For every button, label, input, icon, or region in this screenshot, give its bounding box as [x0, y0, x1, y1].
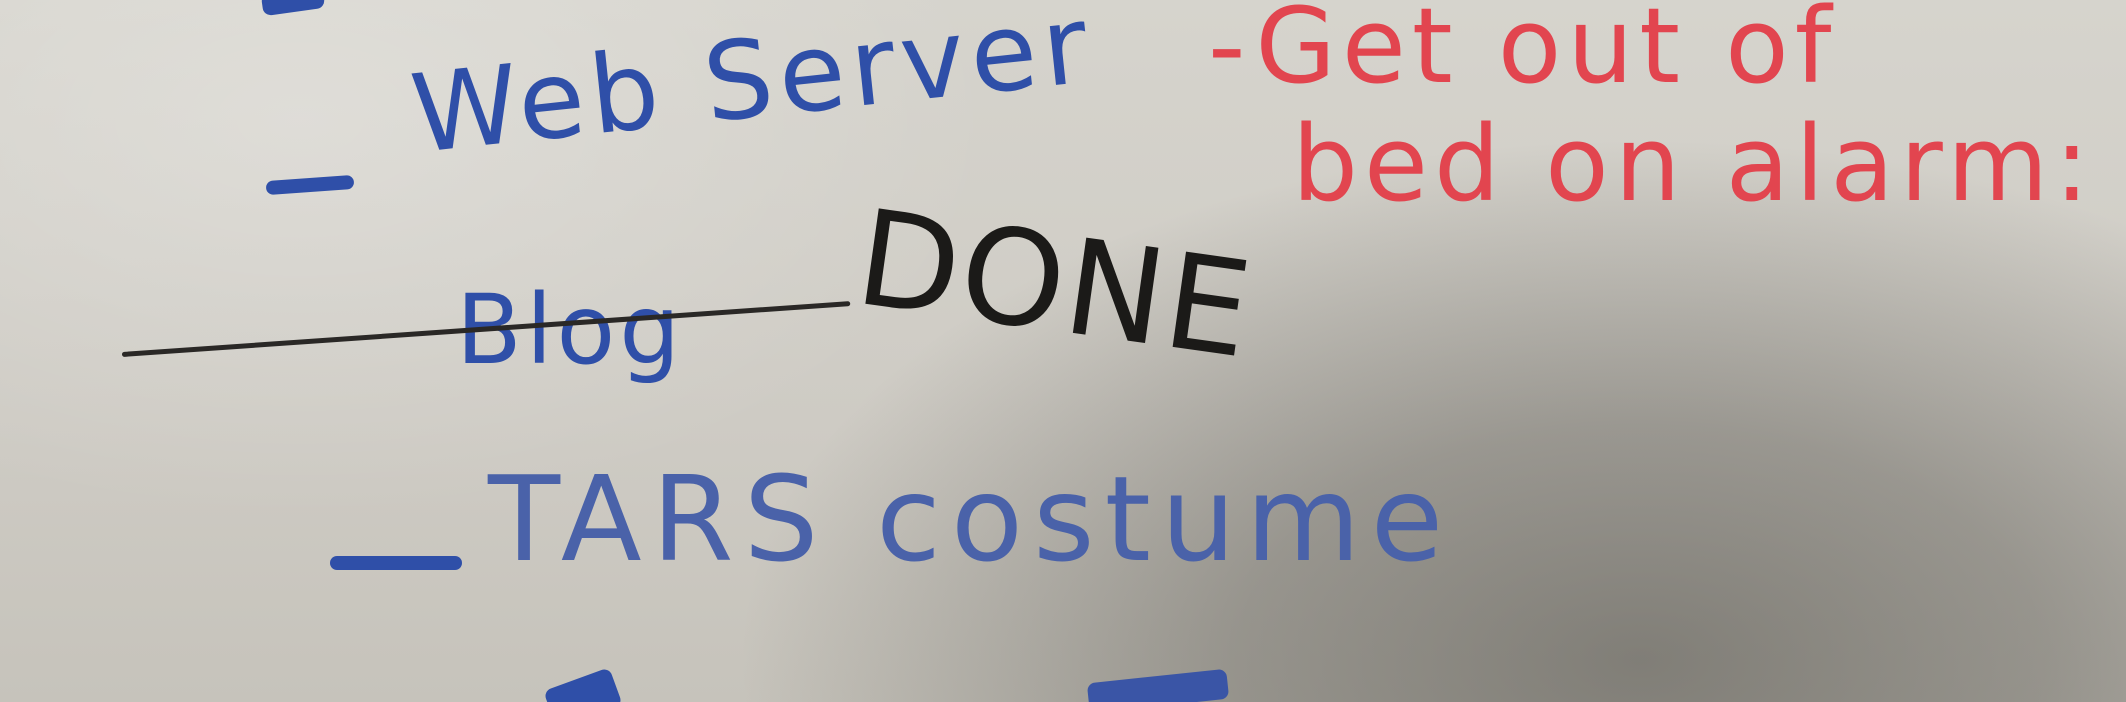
web-server-bullet-dash [265, 174, 355, 196]
cropped-bottom-stroke-right [1086, 668, 1230, 702]
cropped-top-dash [260, 0, 326, 17]
red-note-line2: bed on alarm: [1292, 103, 2096, 225]
done-note: DONE [848, 181, 1262, 389]
whiteboard-photo: Web Server Blog DONE TARS costume -Get o… [0, 0, 2126, 702]
tars-costume-text: TARS costume [488, 450, 1454, 588]
red-note-line1: -Get out of [1208, 0, 1838, 107]
tars-bullet-dash [330, 556, 462, 570]
web-server-text: Web Server [405, 0, 1100, 178]
cropped-bottom-stroke-left [543, 667, 623, 702]
